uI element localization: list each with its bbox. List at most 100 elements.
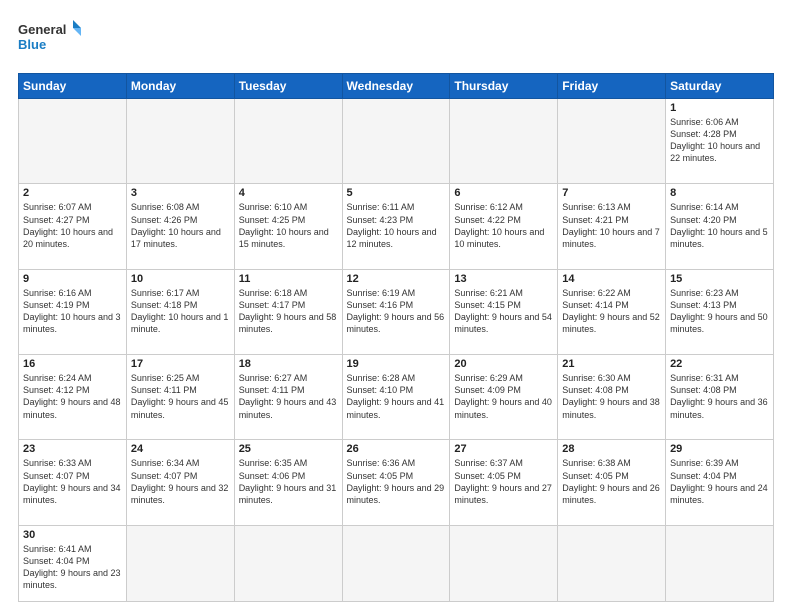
weekday-header-row: SundayMondayTuesdayWednesdayThursdayFrid… bbox=[19, 74, 774, 99]
weekday-header-wednesday: Wednesday bbox=[342, 74, 450, 99]
day-number: 1 bbox=[670, 102, 769, 114]
day-info: Sunrise: 6:08 AM Sunset: 4:26 PM Dayligh… bbox=[131, 201, 230, 250]
day-info: Sunrise: 6:18 AM Sunset: 4:17 PM Dayligh… bbox=[239, 287, 338, 336]
calendar-cell: 1 Sunrise: 6:06 AM Sunset: 4:28 PM Daylig… bbox=[666, 99, 774, 184]
calendar-cell bbox=[666, 525, 774, 601]
day-number: 27 bbox=[454, 443, 553, 455]
day-info: Sunrise: 6:29 AM Sunset: 4:09 PM Dayligh… bbox=[454, 372, 553, 421]
calendar-cell bbox=[450, 99, 558, 184]
week-row-5: 23 Sunrise: 6:33 AM Sunset: 4:07 PM Dayli… bbox=[19, 440, 774, 525]
calendar-cell: 6 Sunrise: 6:12 AM Sunset: 4:22 PM Daylig… bbox=[450, 184, 558, 269]
calendar-cell: 12Sunrise: 6:19 AM Sunset: 4:16 PM Dayli… bbox=[342, 269, 450, 354]
calendar-cell: 8 Sunrise: 6:14 AM Sunset: 4:20 PM Daylig… bbox=[666, 184, 774, 269]
day-number: 20 bbox=[454, 358, 553, 370]
calendar-cell bbox=[558, 525, 666, 601]
day-info: Sunrise: 6:23 AM Sunset: 4:13 PM Dayligh… bbox=[670, 287, 769, 336]
calendar-cell: 27 Sunrise: 6:37 AM Sunset: 4:05 PM Dayli… bbox=[450, 440, 558, 525]
day-number: 15 bbox=[670, 273, 769, 285]
calendar-cell: 26Sunrise: 6:36 AM Sunset: 4:05 PM Dayli… bbox=[342, 440, 450, 525]
day-info: Sunrise: 6:27 AM Sunset: 4:11 PM Dayligh… bbox=[239, 372, 338, 421]
day-number: 13 bbox=[454, 273, 553, 285]
week-row-1: 1 Sunrise: 6:06 AM Sunset: 4:28 PM Daylig… bbox=[19, 99, 774, 184]
calendar-cell: 28 Sunrise: 6:38 AM Sunset: 4:05 PM Dayli… bbox=[558, 440, 666, 525]
logo-svg: General Blue bbox=[18, 18, 88, 63]
calendar-cell: 7Sunrise: 6:13 AM Sunset: 4:21 PM Daylig… bbox=[558, 184, 666, 269]
calendar-cell: 2 Sunrise: 6:07 AM Sunset: 4:27 PM Daylig… bbox=[19, 184, 127, 269]
calendar-cell: 13 Sunrise: 6:21 AM Sunset: 4:15 PM Dayli… bbox=[450, 269, 558, 354]
day-info: Sunrise: 6:33 AM Sunset: 4:07 PM Dayligh… bbox=[23, 457, 122, 506]
day-number: 16 bbox=[23, 358, 122, 370]
day-info: Sunrise: 6:12 AM Sunset: 4:22 PM Dayligh… bbox=[454, 201, 553, 250]
calendar-cell bbox=[234, 99, 342, 184]
day-info: Sunrise: 6:16 AM Sunset: 4:19 PM Dayligh… bbox=[23, 287, 122, 336]
day-number: 22 bbox=[670, 358, 769, 370]
calendar-cell bbox=[342, 525, 450, 601]
weekday-header-monday: Monday bbox=[126, 74, 234, 99]
calendar-cell bbox=[234, 525, 342, 601]
weekday-header-thursday: Thursday bbox=[450, 74, 558, 99]
day-info: Sunrise: 6:34 AM Sunset: 4:07 PM Dayligh… bbox=[131, 457, 230, 506]
calendar-cell: 3 Sunrise: 6:08 AM Sunset: 4:26 PM Daylig… bbox=[126, 184, 234, 269]
day-number: 25 bbox=[239, 443, 338, 455]
day-info: Sunrise: 6:14 AM Sunset: 4:20 PM Dayligh… bbox=[670, 201, 769, 250]
calendar-cell: 5 Sunrise: 6:11 AM Sunset: 4:23 PM Daylig… bbox=[342, 184, 450, 269]
day-number: 2 bbox=[23, 187, 122, 199]
day-info: Sunrise: 6:07 AM Sunset: 4:27 PM Dayligh… bbox=[23, 201, 122, 250]
calendar-cell: 25Sunrise: 6:35 AM Sunset: 4:06 PM Dayli… bbox=[234, 440, 342, 525]
day-number: 3 bbox=[131, 187, 230, 199]
day-number: 30 bbox=[23, 529, 122, 541]
day-number: 26 bbox=[347, 443, 446, 455]
calendar-cell: 29Sunrise: 6:39 AM Sunset: 4:04 PM Dayli… bbox=[666, 440, 774, 525]
calendar-cell: 19Sunrise: 6:28 AM Sunset: 4:10 PM Dayli… bbox=[342, 355, 450, 440]
day-number: 23 bbox=[23, 443, 122, 455]
calendar-cell: 17 Sunrise: 6:25 AM Sunset: 4:11 PM Dayli… bbox=[126, 355, 234, 440]
calendar-cell: 10Sunrise: 6:17 AM Sunset: 4:18 PM Dayli… bbox=[126, 269, 234, 354]
weekday-header-friday: Friday bbox=[558, 74, 666, 99]
calendar-cell: 22Sunrise: 6:31 AM Sunset: 4:08 PM Dayli… bbox=[666, 355, 774, 440]
calendar-cell: 15 Sunrise: 6:23 AM Sunset: 4:13 PM Dayli… bbox=[666, 269, 774, 354]
day-info: Sunrise: 6:06 AM Sunset: 4:28 PM Dayligh… bbox=[670, 116, 769, 165]
day-number: 18 bbox=[239, 358, 338, 370]
calendar-cell: 4Sunrise: 6:10 AM Sunset: 4:25 PM Daylig… bbox=[234, 184, 342, 269]
week-row-6: 30Sunrise: 6:41 AM Sunset: 4:04 PM Dayli… bbox=[19, 525, 774, 601]
day-info: Sunrise: 6:21 AM Sunset: 4:15 PM Dayligh… bbox=[454, 287, 553, 336]
calendar-cell: 23 Sunrise: 6:33 AM Sunset: 4:07 PM Dayli… bbox=[19, 440, 127, 525]
calendar-cell bbox=[126, 99, 234, 184]
header: General Blue bbox=[18, 18, 774, 63]
day-info: Sunrise: 6:30 AM Sunset: 4:08 PM Dayligh… bbox=[562, 372, 661, 421]
day-number: 14 bbox=[562, 273, 661, 285]
day-info: Sunrise: 6:17 AM Sunset: 4:18 PM Dayligh… bbox=[131, 287, 230, 336]
week-row-3: 9 Sunrise: 6:16 AM Sunset: 4:19 PM Daylig… bbox=[19, 269, 774, 354]
calendar-cell bbox=[19, 99, 127, 184]
day-number: 28 bbox=[562, 443, 661, 455]
day-number: 21 bbox=[562, 358, 661, 370]
day-number: 24 bbox=[131, 443, 230, 455]
weekday-header-tuesday: Tuesday bbox=[234, 74, 342, 99]
day-info: Sunrise: 6:38 AM Sunset: 4:05 PM Dayligh… bbox=[562, 457, 661, 506]
day-number: 19 bbox=[347, 358, 446, 370]
calendar-cell: 18 Sunrise: 6:27 AM Sunset: 4:11 PM Dayli… bbox=[234, 355, 342, 440]
weekday-header-saturday: Saturday bbox=[666, 74, 774, 99]
week-row-4: 16 Sunrise: 6:24 AM Sunset: 4:12 PM Dayli… bbox=[19, 355, 774, 440]
day-number: 6 bbox=[454, 187, 553, 199]
calendar-cell: 11Sunrise: 6:18 AM Sunset: 4:17 PM Dayli… bbox=[234, 269, 342, 354]
day-info: Sunrise: 6:11 AM Sunset: 4:23 PM Dayligh… bbox=[347, 201, 446, 250]
calendar-cell bbox=[450, 525, 558, 601]
weekday-header-sunday: Sunday bbox=[19, 74, 127, 99]
calendar-cell: 20 Sunrise: 6:29 AM Sunset: 4:09 PM Dayli… bbox=[450, 355, 558, 440]
day-number: 12 bbox=[347, 273, 446, 285]
page: General Blue SundayMondayTuesdayWednesda… bbox=[0, 0, 792, 612]
calendar-cell: 9 Sunrise: 6:16 AM Sunset: 4:19 PM Daylig… bbox=[19, 269, 127, 354]
calendar-cell: 14Sunrise: 6:22 AM Sunset: 4:14 PM Dayli… bbox=[558, 269, 666, 354]
day-number: 9 bbox=[23, 273, 122, 285]
calendar-cell bbox=[342, 99, 450, 184]
day-info: Sunrise: 6:37 AM Sunset: 4:05 PM Dayligh… bbox=[454, 457, 553, 506]
day-number: 5 bbox=[347, 187, 446, 199]
day-info: Sunrise: 6:10 AM Sunset: 4:25 PM Dayligh… bbox=[239, 201, 338, 250]
day-number: 8 bbox=[670, 187, 769, 199]
day-number: 17 bbox=[131, 358, 230, 370]
calendar-cell bbox=[126, 525, 234, 601]
day-info: Sunrise: 6:25 AM Sunset: 4:11 PM Dayligh… bbox=[131, 372, 230, 421]
calendar-cell: 16 Sunrise: 6:24 AM Sunset: 4:12 PM Dayli… bbox=[19, 355, 127, 440]
day-info: Sunrise: 6:24 AM Sunset: 4:12 PM Dayligh… bbox=[23, 372, 122, 421]
